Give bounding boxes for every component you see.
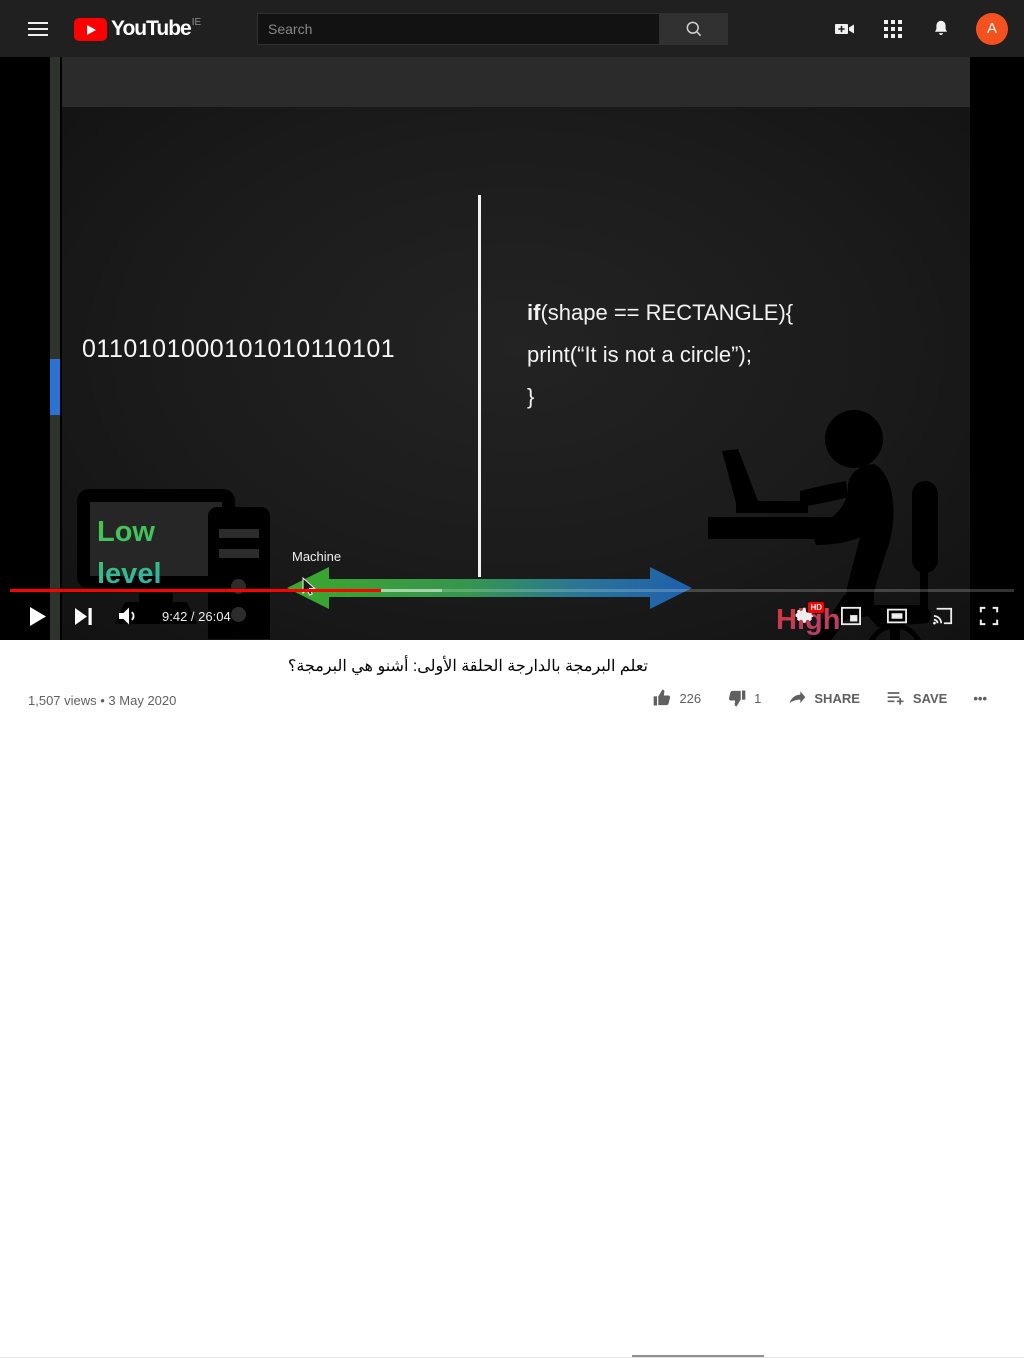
view-count-and-date: 1,507 views • 3 May 2020	[28, 693, 177, 708]
label-machine: Machine	[292, 549, 342, 564]
share-label: SHARE	[814, 690, 860, 706]
masthead: YouTube IE A	[0, 0, 1024, 57]
youtube-play-icon	[74, 18, 107, 41]
search-button[interactable]	[660, 13, 728, 45]
cast-icon	[933, 607, 953, 625]
more-actions-label: •••	[973, 690, 987, 706]
quality-badge: HD	[808, 602, 824, 613]
save-label: SAVE	[912, 690, 948, 706]
youtube-apps-grid-icon[interactable]	[880, 16, 906, 42]
volume-icon	[119, 607, 135, 625]
page-title: تعلم البرمجة بالدارجة الحلقة الأولى: أشن…	[287, 658, 648, 675]
video-player[interactable]: 0110101000101010110101 if(shape == RECTA…	[0, 57, 1024, 640]
dislike-count: 1	[754, 690, 762, 706]
like-count: 226	[679, 690, 702, 706]
fullscreen-icon	[979, 606, 999, 626]
more-actions-button[interactable]: •••	[960, 682, 1000, 714]
like-button[interactable]: 226	[639, 682, 714, 714]
miniplayer-button[interactable]	[828, 598, 874, 634]
youtube-country-code: IE	[191, 17, 202, 28]
slide-scrollbar-track[interactable]	[50, 57, 60, 640]
progress-played	[10, 589, 382, 592]
code-sample: if(shape == RECTANGLE){ print(“It is not…	[527, 292, 793, 418]
video-slide: 0110101000101010110101 if(shape == RECTA…	[62, 107, 970, 640]
code-keyword-if: if	[527, 300, 541, 325]
theater-mode-icon	[887, 608, 907, 624]
slide-divider	[478, 195, 481, 577]
avatar[interactable]: A	[976, 12, 1008, 45]
settings-button[interactable]: HD	[782, 598, 828, 634]
video-top-band	[62, 57, 970, 107]
slide-scrollbar-thumb[interactable]	[50, 359, 60, 415]
progress-bar[interactable]	[0, 588, 1024, 592]
low-level-label: Low level	[97, 511, 217, 595]
code-line-2: print(“It is not a circle”);	[527, 342, 752, 367]
code-line-1-rest: (shape == RECTANGLE){	[540, 300, 794, 325]
volume-button[interactable]	[106, 598, 152, 634]
search-icon	[686, 21, 701, 37]
share-button[interactable]: SHARE	[774, 682, 873, 714]
low-level-line-1: Low	[97, 516, 155, 548]
dislike-button[interactable]: 1	[714, 682, 774, 714]
video-actions: 226 1 SHARE SAVE •••	[639, 682, 1000, 714]
youtube-logo[interactable]: YouTube IE	[74, 16, 201, 41]
masthead-actions: A	[832, 0, 1008, 57]
save-to-playlist-icon	[887, 692, 904, 705]
cast-button[interactable]	[920, 598, 966, 634]
play-button[interactable]	[14, 598, 60, 634]
player-controls: 9:42 / 26:04 HD	[0, 588, 1024, 640]
code-line-1: if(shape == RECTANGLE){	[527, 292, 793, 334]
next-video-button[interactable]	[60, 598, 106, 634]
search-input[interactable]	[257, 13, 660, 45]
hamburger-menu-icon[interactable]	[18, 9, 58, 49]
miniplayer-icon	[841, 606, 861, 626]
bell-icon[interactable]	[928, 16, 954, 42]
next-video-icon	[74, 607, 92, 625]
share-icon	[789, 691, 806, 703]
play-icon	[29, 606, 46, 626]
video-frame: 0110101000101010110101 if(shape == RECTA…	[62, 57, 970, 640]
youtube-wordmark: YouTube	[111, 17, 192, 40]
fullscreen-button[interactable]	[966, 598, 1012, 634]
player-controls-right: HD	[782, 598, 1012, 634]
theater-mode-button[interactable]	[874, 598, 920, 634]
thumbs-down-icon	[729, 690, 746, 707]
create-video-icon[interactable]	[832, 16, 858, 42]
time-display: 9:42 / 26:04	[162, 608, 231, 624]
player-controls-left: 9:42 / 26:04	[14, 598, 231, 634]
thumbs-up-icon	[654, 689, 671, 706]
video-metadata: تعلم البرمجة بالدارجة الحلقة الأولى: أشن…	[0, 640, 1024, 1358]
search-bar	[257, 13, 728, 45]
binary-code-text: 0110101000101010110101	[82, 335, 396, 363]
save-button[interactable]: SAVE	[873, 682, 960, 714]
